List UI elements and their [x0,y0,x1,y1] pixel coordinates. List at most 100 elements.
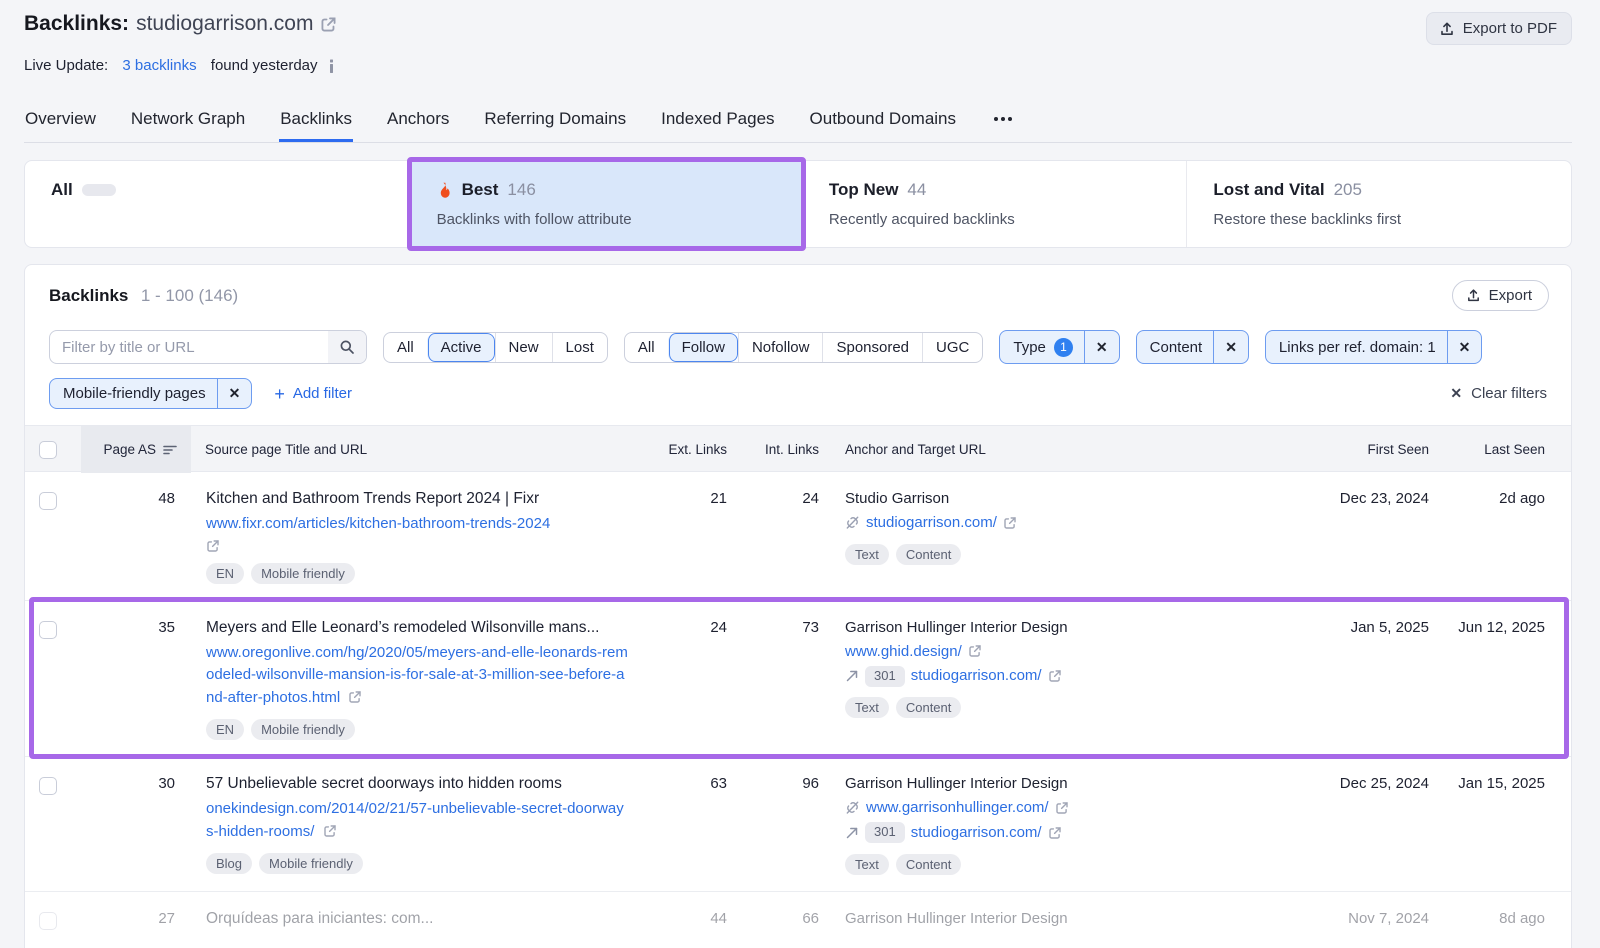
clear-filters-button[interactable]: ✕ Clear filters [1450,385,1547,402]
export-to-pdf-label: Export to PDF [1463,20,1557,37]
column-header-int-links[interactable]: Int. Links [739,442,831,457]
external-link-icon[interactable] [1055,801,1069,815]
column-header-source[interactable]: Source page Title and URL [191,442,651,457]
redirect-target-link[interactable]: studiogarrison.com/ [911,665,1042,687]
tab-overview[interactable]: Overview [24,103,97,142]
external-link-icon[interactable] [348,690,362,704]
row-checkbox[interactable] [39,777,57,795]
plus-icon: + [274,385,285,403]
link-type-badge: Text [845,697,889,718]
blog-badge: Blog [206,853,252,874]
follow-sponsored[interactable]: Sponsored [822,333,922,362]
external-link-icon[interactable] [320,16,337,33]
page-title-domain: studiogarrison.com [136,12,313,36]
status-active[interactable]: Active [427,333,495,362]
filter-chip-links-label: Links per ref. domain: 1 [1279,339,1436,356]
info-icon[interactable] [328,58,335,74]
link-placement-badge: Content [896,697,962,718]
search-input[interactable] [50,339,328,356]
row-checkbox[interactable] [39,492,57,510]
remove-type-filter-icon[interactable]: ✕ [1084,331,1119,363]
tab-indexed-pages[interactable]: Indexed Pages [660,103,775,142]
filter-chip-type-label: Type [1013,339,1046,356]
column-header-ext-links[interactable]: Ext. Links [651,442,739,457]
page-as-value: 27 [81,892,191,948]
add-filter-button[interactable]: + Add filter [274,385,352,403]
table-row-highlighted: 35 Meyers and Elle Leonard’s remodeled W… [25,601,1571,758]
follow-ugc[interactable]: UGC [922,333,982,362]
filter-row-1: All Active New Lost All Follow Nofollow … [25,324,1571,364]
status-lost[interactable]: Lost [552,333,607,362]
card-lost-vital[interactable]: Lost and Vital 205 Restore these backlin… [1186,161,1571,247]
redirect-target-link[interactable]: studiogarrison.com/ [911,822,1042,844]
row-checkbox[interactable] [39,621,57,639]
remove-links-filter-icon[interactable]: ✕ [1447,331,1482,363]
filter-chip-type[interactable]: Type 1 ✕ [999,330,1119,364]
column-header-anchor[interactable]: Anchor and Target URL [831,442,1325,457]
card-best[interactable]: Best 146 Backlinks with follow attribute [410,161,802,247]
table-range: 1 - 100 (146) [141,286,238,305]
export-label: Export [1489,287,1532,304]
redirect-code-badge: 301 [865,666,905,687]
last-seen-value: Jun 12, 2025 [1453,601,1571,757]
status-new[interactable]: New [495,333,552,362]
language-badge: EN [206,719,244,740]
follow-follow[interactable]: Follow [668,333,738,362]
external-link-icon[interactable] [1048,669,1062,683]
target-url-link[interactable]: www.ghid.design/ [845,641,962,663]
target-url-link[interactable]: www.garrisonhullinger.com/ [866,797,1049,819]
tab-referring-domains[interactable]: Referring Domains [483,103,627,142]
follow-all[interactable]: All [625,333,668,362]
upload-icon [1439,21,1455,37]
export-button[interactable]: Export [1452,280,1549,311]
filter-chip-mobile-friendly[interactable]: Mobile-friendly pages ✕ [49,378,252,409]
search-icon[interactable] [328,331,366,363]
external-link-icon[interactable] [968,644,982,658]
tab-network-graph[interactable]: Network Graph [130,103,246,142]
filter-chip-links-per-domain[interactable]: Links per ref. domain: 1 ✕ [1265,330,1482,364]
filter-chip-content[interactable]: Content ✕ [1136,330,1249,364]
remove-content-filter-icon[interactable]: ✕ [1213,331,1248,363]
tab-backlinks[interactable]: Backlinks [279,103,353,142]
source-url-link[interactable]: onekindesign.com/2014/02/21/57-unbelieva… [206,800,624,840]
source-url-link[interactable]: www.oregonlive.com/hg/2020/05/meyers-and… [206,644,628,706]
more-tabs-icon[interactable] [990,100,1013,142]
card-top-new[interactable]: Top New 44 Recently acquired backlinks [802,161,1187,247]
external-link-icon[interactable] [1048,826,1062,840]
column-header-last-seen[interactable]: Last Seen [1453,442,1571,457]
column-header-page-as[interactable]: Page AS [81,426,191,473]
anchor-text: Studio Garrison [845,490,1315,507]
card-all[interactable]: All [25,161,410,247]
int-links-value: 96 [739,757,831,891]
int-links-value: 73 [739,601,831,757]
column-header-first-seen[interactable]: First Seen [1325,442,1453,457]
external-link-icon[interactable] [206,539,220,553]
link-type-badge: Text [845,544,889,565]
table-row: 30 57 Unbelievable secret doorways into … [25,757,1571,892]
page-header: Backlinks: studiogarrison.com Export to … [24,0,1572,45]
external-link-icon[interactable] [323,824,337,838]
unlinked-icon [845,515,860,530]
filter-chip-type-badge: 1 [1054,338,1073,357]
first-seen-value: Nov 7, 2024 [1325,892,1453,948]
upload-icon [1466,288,1481,303]
select-all-checkbox[interactable] [39,441,57,459]
target-url-link[interactable]: studiogarrison.com/ [866,512,997,534]
export-to-pdf-button[interactable]: Export to PDF [1426,12,1572,45]
status-all[interactable]: All [384,333,427,362]
status-segmented-control: All Active New Lost [383,332,608,363]
page-root: Backlinks: studiogarrison.com Export to … [0,0,1600,948]
card-all-label: All [51,180,73,200]
row-checkbox[interactable] [39,912,57,930]
external-link-icon[interactable] [1003,516,1017,530]
link-placement-badge: Content [896,544,962,565]
page-title: Backlinks: studiogarrison.com [24,12,337,36]
last-seen-value: 8d ago [1453,892,1571,948]
tab-anchors[interactable]: Anchors [386,103,450,142]
remove-mobile-filter-icon[interactable]: ✕ [217,379,252,408]
live-update-link[interactable]: 3 backlinks [122,57,196,74]
follow-nofollow[interactable]: Nofollow [738,333,823,362]
source-url-link[interactable]: www.fixr.com/articles/kitchen-bathroom-t… [206,515,550,532]
table-header-row: Page AS Source page Title and URL Ext. L… [25,425,1571,472]
tab-outbound-domains[interactable]: Outbound Domains [809,103,957,142]
